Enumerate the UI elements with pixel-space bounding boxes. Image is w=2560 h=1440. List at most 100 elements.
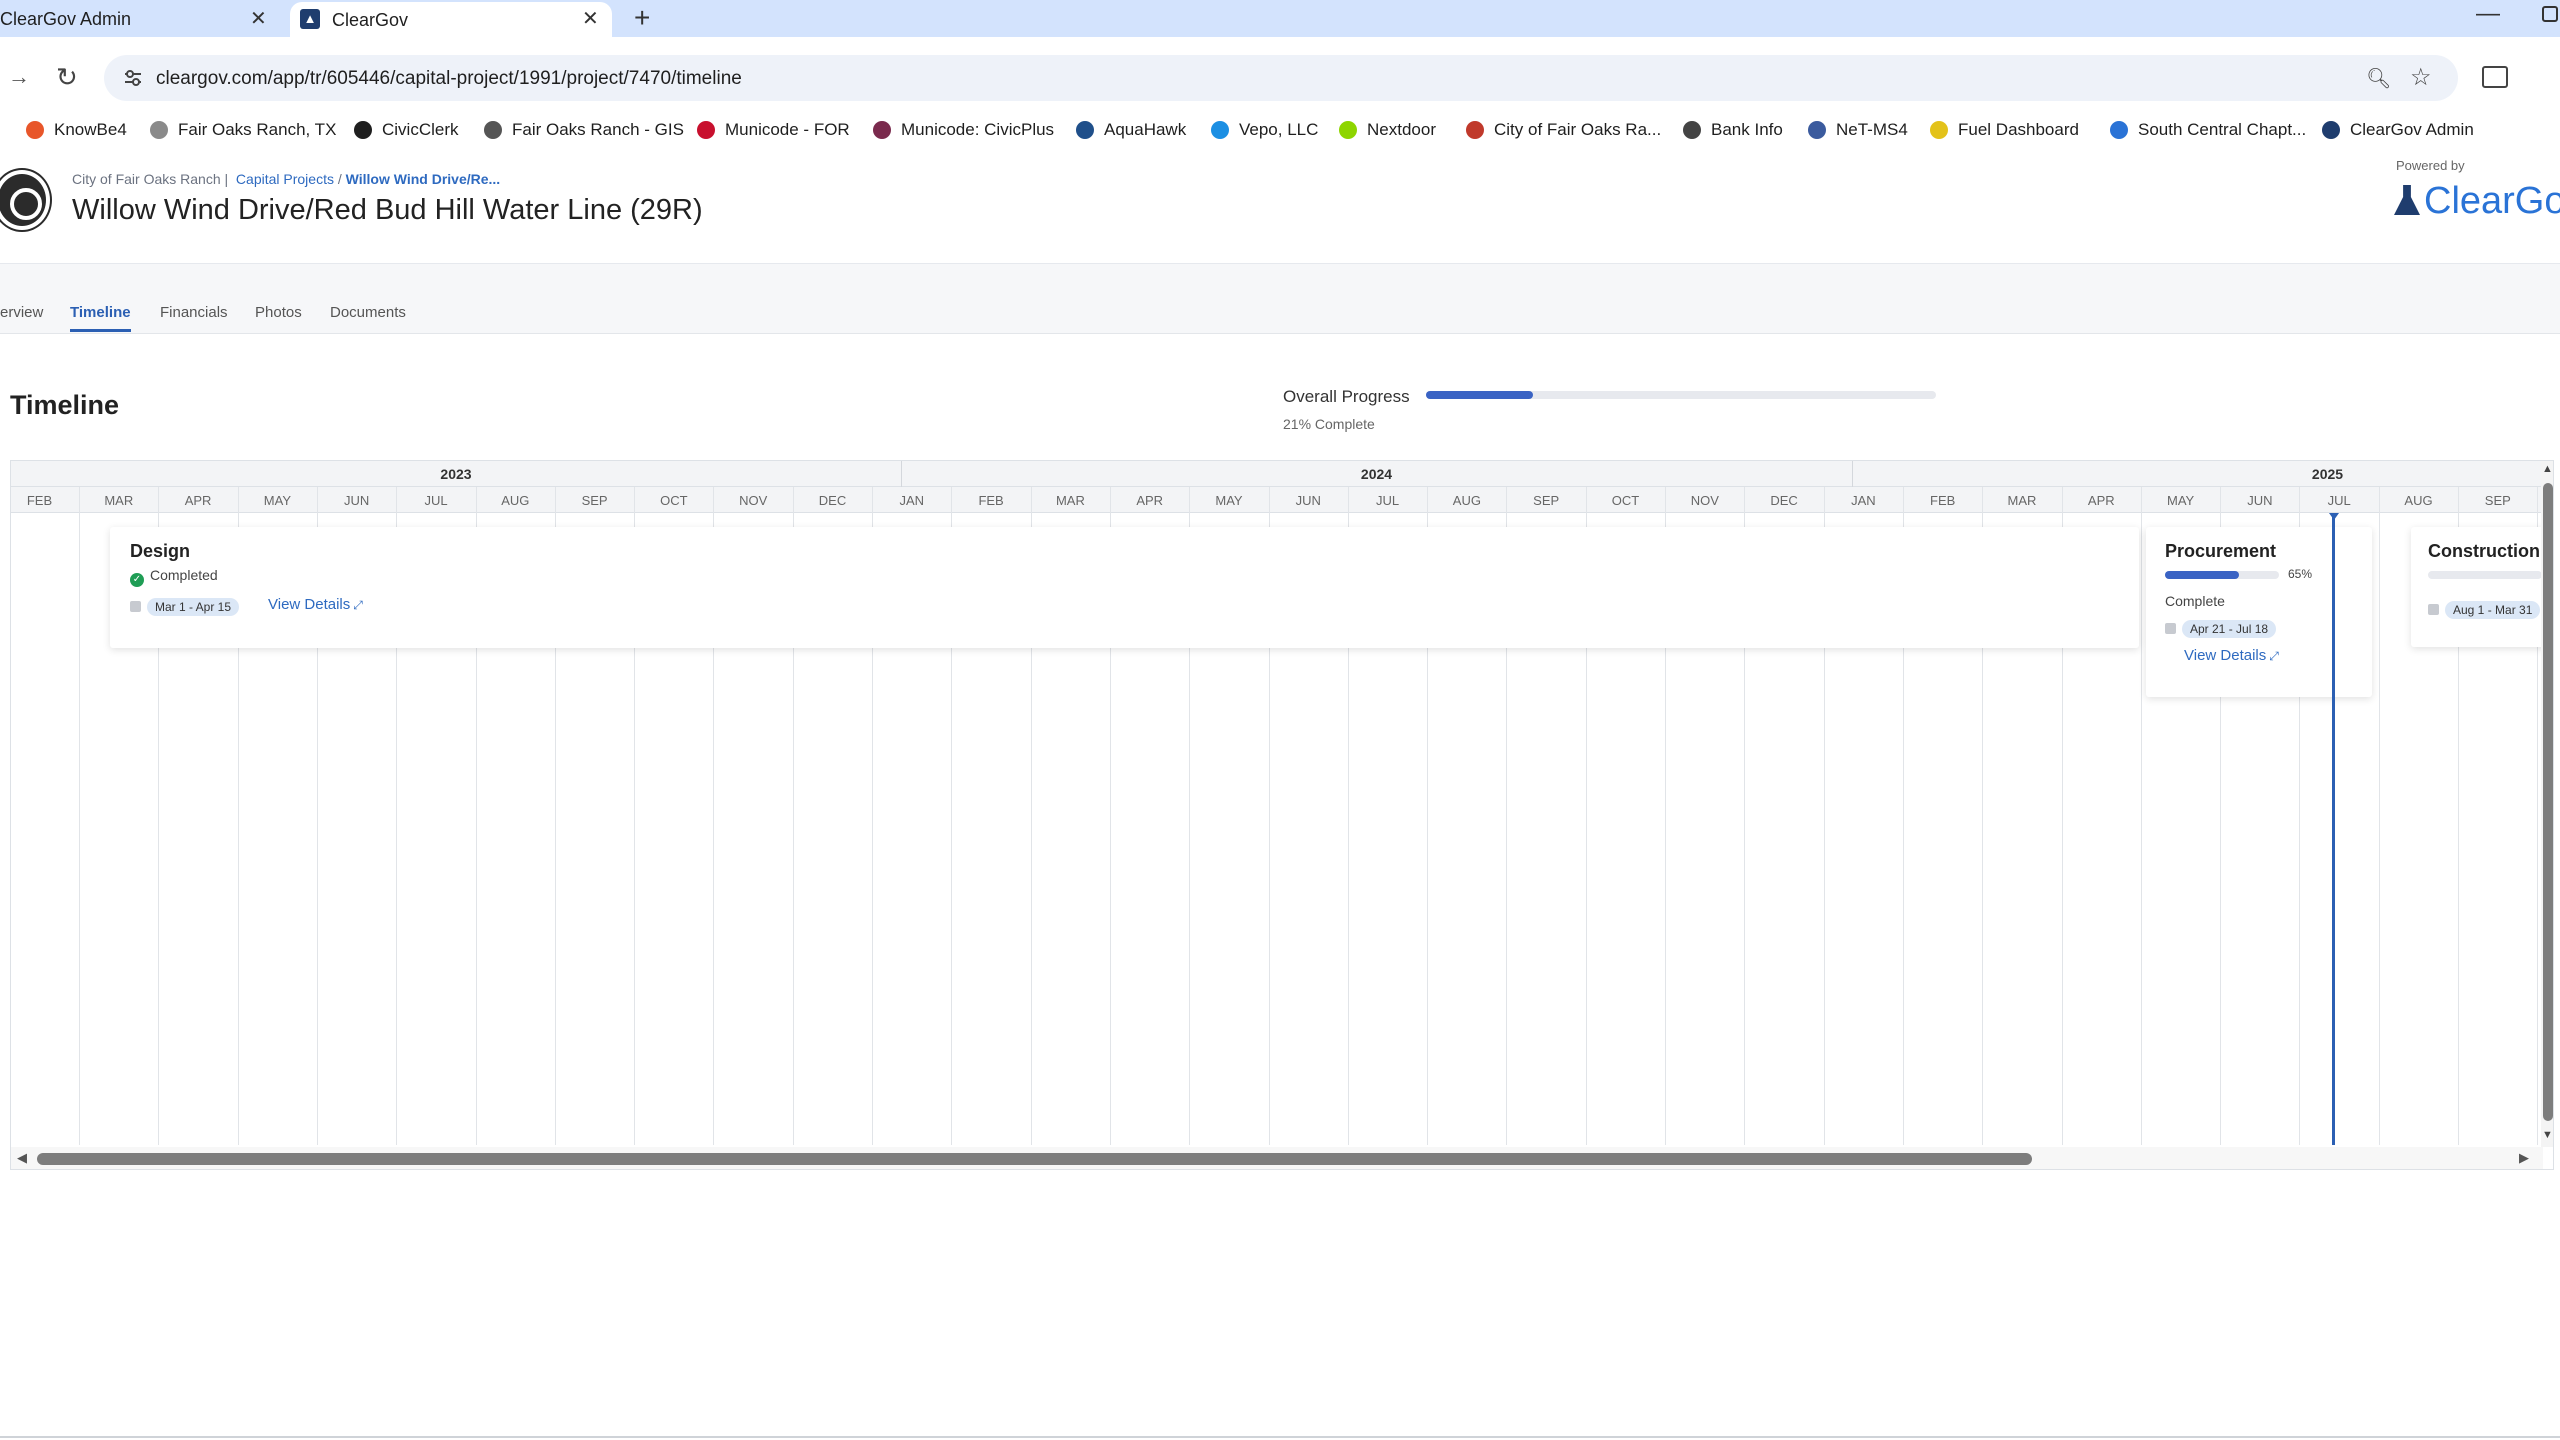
horizontal-scroll-thumb[interactable] — [37, 1153, 2032, 1165]
tab-overview[interactable]: erview — [0, 304, 43, 321]
bookmark-item[interactable]: Bank Info — [1683, 120, 1783, 140]
month-label: AUG — [501, 493, 530, 508]
tab-financials[interactable]: Financials — [160, 304, 228, 321]
close-icon[interactable]: ✕ — [582, 6, 599, 31]
phase-title: Procurement — [2165, 541, 2277, 561]
bookmark-item[interactable]: City of Fair Oaks Ra... — [1466, 120, 1661, 140]
month-label: NOV — [1690, 493, 1719, 508]
phase-card-design[interactable]: Design ✓ Completed Mar 1 - Apr 15 View De… — [110, 527, 2139, 648]
maximize-icon[interactable] — [2542, 6, 2558, 22]
bookmark-item[interactable]: NeT-MS4 — [1808, 120, 1908, 140]
horizontal-scrollbar[interactable]: ◀ ▶ — [11, 1147, 2543, 1169]
month-label: APR — [2087, 493, 2115, 508]
tab-title: ClearGov — [332, 10, 409, 30]
bookmark-favicon-icon — [2322, 121, 2340, 139]
month-label: APR — [184, 493, 212, 508]
timeline-heading: Timeline — [10, 390, 120, 420]
cleargov-mark-icon — [2394, 185, 2420, 215]
bookmark-item[interactable]: Fair Oaks Ranch - GIS — [484, 120, 684, 140]
bookmark-item[interactable]: South Central Chapt... — [2110, 120, 2306, 140]
vertical-scroll-thumb[interactable] — [2543, 483, 2553, 1121]
tab-timeline[interactable]: Timeline — [70, 304, 131, 332]
bookmark-item[interactable]: Vepo, LLC — [1211, 120, 1318, 140]
minimize-icon[interactable]: — — [2476, 0, 2500, 28]
view-details-text: View Details — [2184, 647, 2267, 664]
bookmark-label: AquaHawk — [1104, 120, 1187, 139]
bookmark-item[interactable]: Fair Oaks Ranch, TX — [150, 120, 336, 140]
scroll-down-arrow-icon[interactable]: ▼ — [2542, 1129, 2553, 1141]
month-label: JUL — [2327, 493, 2351, 508]
phase-title: Construction — [2428, 541, 2540, 561]
bookmark-label: Fuel Dashboard — [1958, 120, 2079, 139]
view-details-link[interactable]: View Details ⤢ — [2184, 647, 2279, 664]
year-label: 2025 — [2311, 466, 2344, 482]
bookmark-label: Nextdoor — [1367, 120, 1436, 139]
phase-status: ✓ Completed — [130, 567, 218, 587]
bookmark-favicon-icon — [1683, 121, 1701, 139]
breadcrumb-capital-projects[interactable]: Capital Projects — [236, 171, 334, 187]
phase-card-procurement[interactable]: Procurement 65% Complete Apr 21 - Jul 18… — [2146, 527, 2372, 697]
bookmark-item[interactable]: ClearGov Admin — [2322, 120, 2474, 140]
bookmark-label: Fair Oaks Ranch - GIS — [512, 120, 684, 139]
scroll-up-arrow-icon[interactable]: ▲ — [2542, 463, 2553, 475]
bookmark-item[interactable]: KnowBe4 — [26, 120, 127, 140]
timeline-gantt[interactable]: 2023 2024 2025 FEB MAR APR MAY JUN JUL AUG SEP O… — [10, 460, 2554, 1170]
month-label: NOV — [739, 493, 768, 508]
view-details-link[interactable]: View Details ⤢ — [268, 596, 363, 613]
browser-tab-bar: ClearGov Admin ✕ ▲ ClearGov ✕ + — — [0, 0, 2560, 39]
month-label: MAR — [104, 493, 134, 508]
address-bar[interactable]: cleargov.com/app/tr/605446/capital-proje… — [104, 55, 2458, 101]
bookmark-label: South Central Chapt... — [2138, 120, 2307, 139]
month-label: OCT — [660, 493, 688, 508]
bookmark-favicon-icon — [1930, 121, 1948, 139]
forward-arrow-icon[interactable]: → — [8, 64, 30, 90]
overall-progress-label: Overall Progress — [1283, 387, 1410, 406]
close-icon[interactable]: ✕ — [250, 6, 267, 31]
bookmark-label: Municode: CivicPlus — [901, 120, 1055, 139]
phase-progress-bar — [2428, 571, 2542, 579]
external-link-icon: ⤢ — [353, 598, 363, 612]
zoom-magnifier-icon[interactable]: 🔍︎ — [2366, 66, 2391, 91]
bookmark-favicon-icon — [1466, 121, 1484, 139]
bookmark-item[interactable]: Municode - FOR — [697, 120, 850, 140]
reload-icon[interactable]: ↻ — [56, 62, 78, 93]
tab-documents[interactable]: Documents — [330, 304, 406, 321]
month-label: SEP — [1533, 493, 1560, 508]
month-label: DEC — [1770, 493, 1798, 508]
cast-icon[interactable] — [2482, 66, 2508, 88]
bookmark-favicon-icon — [1211, 121, 1229, 139]
bookmark-label: Fair Oaks Ranch, TX — [178, 120, 337, 139]
bookmark-star-icon[interactable]: ☆ — [2410, 63, 2432, 92]
scroll-left-arrow-icon[interactable]: ◀ — [17, 1150, 27, 1166]
month-label: JUL — [1376, 493, 1400, 508]
month-label: AUG — [1452, 493, 1481, 508]
bookmark-item[interactable]: Municode: CivicPlus — [873, 120, 1054, 140]
month-label: FEB — [26, 493, 53, 508]
bookmark-favicon-icon — [1339, 121, 1357, 139]
tab-photos[interactable]: Photos — [255, 304, 302, 321]
breadcrumb-org[interactable]: City of Fair Oaks Ranch — [72, 171, 221, 187]
site-settings-icon[interactable] — [122, 67, 144, 89]
url-text[interactable]: cleargov.com/app/tr/605446/capital-proje… — [156, 68, 742, 90]
phase-title: Design — [130, 541, 191, 561]
bookmark-item[interactable]: Nextdoor — [1339, 120, 1436, 140]
vertical-scrollbar[interactable]: ▲ ▼ — [2541, 461, 2553, 1147]
tab-cleargov-admin[interactable]: ClearGov Admin ✕ — [0, 0, 285, 37]
breadcrumb-separator: / — [337, 171, 346, 187]
month-label: MAY — [2166, 493, 2195, 508]
bookmark-item[interactable]: AquaHawk — [1076, 120, 1186, 140]
tab-cleargov[interactable]: ▲ ClearGov ✕ — [290, 2, 612, 39]
scroll-right-arrow-icon[interactable]: ▶ — [2519, 1150, 2529, 1166]
month-grid-line — [2378, 487, 2380, 1145]
phase-card-construction[interactable]: Construction Aug 1 - Mar 31 — [2411, 527, 2553, 647]
month-label: SEP — [2484, 493, 2511, 508]
cleargov-brand-logo[interactable]: ClearGov — [2394, 180, 2560, 223]
new-tab-plus-icon[interactable]: + — [634, 2, 650, 34]
month-label: AUG — [2404, 493, 2433, 508]
bookmark-item[interactable]: Fuel Dashboard — [1930, 120, 2079, 140]
bookmark-label: City of Fair Oaks Ra... — [1494, 120, 1662, 139]
bookmark-item[interactable]: CivicClerk — [354, 120, 459, 140]
bookmarks-bar: KnowBe4 Fair Oaks Ranch, TX CivicClerk Fair… — [0, 112, 2560, 148]
month-label: DEC — [818, 493, 847, 508]
bookmark-label: KnowBe4 — [54, 120, 127, 139]
